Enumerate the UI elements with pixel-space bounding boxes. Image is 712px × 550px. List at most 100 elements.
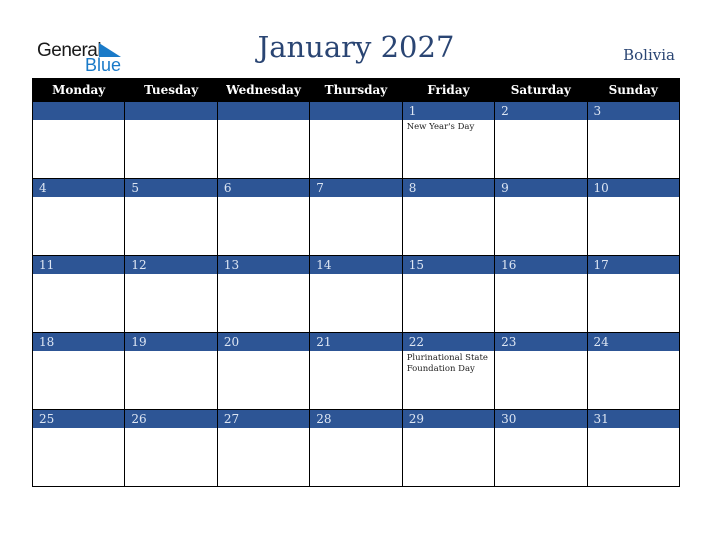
day-number: 27 [217,410,310,428]
day-number: 1 [402,102,495,120]
weekday-header: Friday [401,78,496,102]
day-number: 30 [495,410,587,428]
day-number: 19 [125,333,217,351]
week-row: 4 5 6 7 8 9 10 [31,178,681,256]
day-cell-content: 3 [587,102,679,178]
day-cell-content: 12 [125,256,217,332]
weekday-header: Thursday [309,78,403,102]
day-cell[interactable]: 3 [586,101,681,179]
week-row: 11 12 13 14 15 16 17 [31,255,681,333]
day-cell[interactable]: 4 [31,178,126,256]
day-number: 20 [217,333,310,351]
day-cell-content: 20 [217,333,310,409]
day-cell-content: 16 [495,256,587,332]
day-cell[interactable]: 30 [494,409,588,487]
day-cell[interactable] [216,101,311,179]
day-number: 26 [125,410,217,428]
day-cell[interactable] [31,101,126,179]
day-cell-content: 22 Plurinational State Foundation Day [402,333,495,409]
day-cell[interactable]: 2 [494,101,588,179]
day-cell-content: 25 [33,410,125,486]
day-number: 10 [587,179,679,197]
day-cell[interactable]: 6 [216,178,311,256]
day-cell[interactable]: 29 [401,409,496,487]
day-cell[interactable]: 25 [31,409,126,487]
day-cell[interactable]: 8 [401,178,496,256]
day-cell[interactable] [309,101,403,179]
weekday-header: Sunday [586,78,681,102]
weekday-header: Tuesday [124,78,218,102]
day-cell[interactable]: 13 [216,255,311,333]
day-number [33,102,125,120]
day-number: 31 [587,410,679,428]
day-cell-content: 29 [402,410,495,486]
day-cell[interactable]: 31 [586,409,681,487]
day-number: 14 [310,256,402,274]
day-cell-content: 9 [495,179,587,255]
day-number: 12 [125,256,217,274]
weekday-header: Monday [31,78,126,102]
day-cell[interactable]: 20 [216,332,311,410]
day-number [217,102,310,120]
day-cell-content: 26 [125,410,217,486]
day-number: 2 [495,102,587,120]
day-cell[interactable]: 22 Plurinational State Foundation Day [401,332,496,410]
day-cell[interactable]: 7 [309,178,403,256]
day-number: 11 [33,256,125,274]
weekday-header: Saturday [494,78,588,102]
day-cell-content: 6 [217,179,310,255]
day-number [125,102,217,120]
week-row: 25 26 27 28 29 30 31 [31,409,681,487]
day-number: 8 [402,179,495,197]
day-cell[interactable]: 9 [494,178,588,256]
day-cell-content: 1 New Year's Day [402,102,495,178]
day-cell[interactable]: 21 [309,332,403,410]
day-number: 6 [217,179,310,197]
day-cell-content: 8 [402,179,495,255]
day-cell[interactable]: 5 [124,178,218,256]
day-number: 16 [495,256,587,274]
day-cell[interactable]: 10 [586,178,681,256]
day-cell[interactable]: 16 [494,255,588,333]
day-cell[interactable]: 14 [309,255,403,333]
day-number: 17 [587,256,679,274]
day-cell[interactable]: 15 [401,255,496,333]
day-cell[interactable]: 26 [124,409,218,487]
weekday-header-row: Monday Tuesday Wednesday Thursday Friday… [31,78,681,102]
day-cell[interactable]: 1 New Year's Day [401,101,496,179]
day-number: 15 [402,256,495,274]
day-cell-content: 2 [495,102,587,178]
day-cell[interactable]: 28 [309,409,403,487]
day-number: 29 [402,410,495,428]
day-cell[interactable]: 27 [216,409,311,487]
day-cell-content [310,102,402,178]
day-cell[interactable]: 23 [494,332,588,410]
calendar-title: January 2027 [257,30,455,64]
day-cell[interactable]: 12 [124,255,218,333]
day-cell-content: 13 [217,256,310,332]
day-cell-content: 14 [310,256,402,332]
day-cell[interactable]: 18 [31,332,126,410]
day-number [310,102,402,120]
day-number: 22 [402,333,495,351]
day-cell-content: 10 [587,179,679,255]
day-cell-content: 28 [310,410,402,486]
day-number: 25 [33,410,125,428]
day-cell-content: 7 [310,179,402,255]
day-cell[interactable]: 17 [586,255,681,333]
day-cell[interactable]: 24 [586,332,681,410]
day-cell[interactable]: 19 [124,332,218,410]
holiday-label: New Year's Day [406,122,475,132]
day-cell-content: 19 [125,333,217,409]
day-cell-content: 21 [310,333,402,409]
day-number: 21 [310,333,402,351]
day-cell-content: 24 [587,333,679,409]
week-row: 1 New Year's Day 2 3 [31,101,681,179]
day-number: 23 [495,333,587,351]
day-cell-content: 27 [217,410,310,486]
day-cell-content [33,102,125,178]
country-label: Bolivia [623,46,675,64]
day-cell[interactable] [124,101,218,179]
day-number: 24 [587,333,679,351]
day-cell[interactable]: 11 [31,255,126,333]
